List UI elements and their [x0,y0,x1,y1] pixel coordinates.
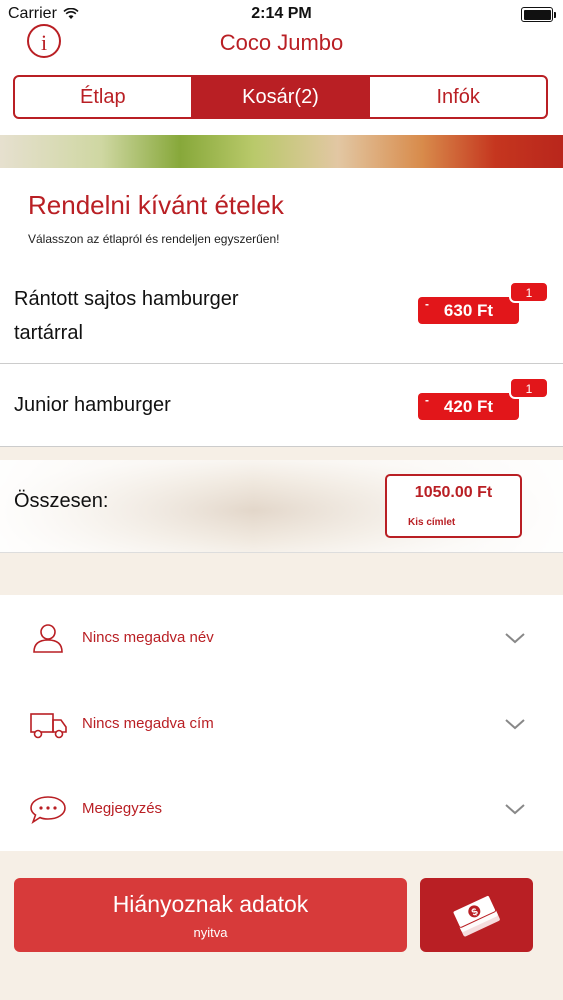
chevron-down-icon[interactable] [504,717,526,731]
quantity-badge: 1 [509,281,549,303]
chevron-down-icon[interactable] [504,631,526,645]
missing-data-sublabel: nyitva [193,925,228,940]
segmented-tabs: Étlap Kosár(2) Infók [13,75,548,119]
total-label: Összesen: [14,490,109,512]
address-field: Nincs megadva cím [82,715,214,732]
quantity-badge: 1 [509,377,549,399]
payment-button[interactable]: $ [420,878,533,952]
cart-title: Rendelni kívánt ételek [28,190,284,220]
name-field: Nincs megadva név [82,629,214,646]
comment-field: Megjegyzés [82,800,163,817]
tab-etlap[interactable]: Étlap [15,77,193,117]
total-section: Összesen: 1050.00 Ft Kis címlet [0,460,563,553]
tab-kosar[interactable]: Kosár(2) [192,77,371,117]
item-name: Junior hamburger [14,394,171,416]
total-amount: 1050.00 Ft [414,484,493,501]
speech-bubble-icon [30,796,66,824]
food-banner-image [0,135,563,168]
user-icon [33,624,63,653]
truck-icon [30,713,67,739]
clock: 2:14 PM [251,5,312,22]
order-details-form: Nincs megadva név Nincs megadva cím Megj… [0,595,563,851]
cart-item[interactable]: Rántott sajtos hamburger tartárral 630 F… [0,267,563,364]
comment-row[interactable]: Megjegyzés [0,766,563,851]
name-row[interactable]: Nincs megadva név [0,595,563,680]
missing-data-button[interactable]: Hiányoznak adatok nyitva [14,878,407,952]
chevron-down-icon[interactable] [504,802,526,816]
tab-infok[interactable]: Infók [370,77,546,117]
cash-icon: $ [452,894,500,937]
cart-header: Rendelni kívánt ételek Válasszon az étla… [0,168,563,268]
battery-icon [521,7,556,22]
cart-item[interactable]: Junior hamburger 420 Ft 1 [0,364,563,447]
page-title: Coco Jumbo [219,30,344,55]
total-box[interactable]: 1050.00 Ft Kis címlet [385,474,522,538]
price-badge[interactable]: 630 Ft [418,291,519,324]
item-name: Rántott sajtos hamburger tartárral [14,288,239,344]
nav-bar: i Coco Jumbo [0,24,563,68]
small-change-note: Kis címlet [408,517,456,528]
missing-data-label: Hiányoznak adatok [112,891,309,917]
address-row[interactable]: Nincs megadva cím [0,681,563,766]
cart-subtitle: Válasszon az étlapról és rendeljen egysz… [28,232,280,246]
price-badge[interactable]: 420 Ft [418,387,519,420]
tab-bar-container: Étlap Kosár(2) Infók [0,68,563,136]
